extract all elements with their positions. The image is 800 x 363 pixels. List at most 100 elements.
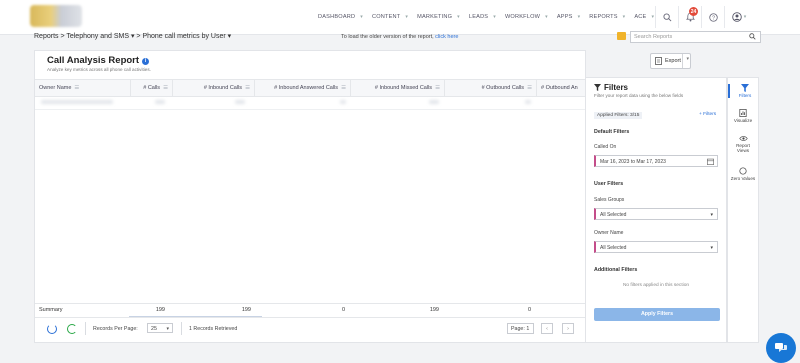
nav-apps[interactable]: APPS ▾ — [557, 14, 580, 20]
divider — [181, 322, 182, 335]
nav-workflow[interactable]: WORKFLOW ▾ — [505, 14, 548, 20]
nav-dashboard[interactable]: DASHBOARD ▾ — [318, 14, 363, 20]
refresh-icon[interactable] — [47, 324, 57, 334]
page-number-input[interactable]: Page: 1 — [507, 323, 534, 334]
chevron-down-icon: ▾ — [651, 14, 655, 20]
help-icon: ? — [708, 12, 718, 22]
chevron-down-icon: ▾ — [166, 326, 169, 332]
nav-reports-label: REPORTS — [589, 14, 618, 20]
rail-report-views[interactable]: Report Views — [728, 135, 758, 153]
summary-inbound-missed: 199 — [429, 307, 439, 313]
column-inbound-calls[interactable]: # Inbound Calls ☰ — [173, 80, 255, 96]
called-on-date-range[interactable]: Mar 16, 2023 to Mar 17, 2023 — [594, 155, 718, 167]
chevron-right-icon: › — [567, 326, 569, 332]
nav-marketing-label: MARKETING — [417, 14, 453, 20]
report-title: Call Analysis Report i — [47, 55, 150, 66]
column-inbound-answered[interactable]: # Inbound Answered Calls ☰ — [255, 80, 351, 96]
search-icon[interactable] — [749, 33, 756, 40]
help-button[interactable]: ? — [701, 6, 724, 28]
search-reports-input[interactable]: Search Reports — [630, 31, 761, 43]
notifications-button[interactable]: 24 — [678, 6, 701, 28]
nav-reports[interactable]: REPORTS ▾ — [589, 14, 625, 20]
breadcrumb[interactable]: Reports > Telephony and SMS ▾ > Phone ca… — [34, 32, 231, 40]
chevron-down-icon: ▾ — [493, 14, 496, 20]
old-version-link[interactable]: click here — [435, 34, 458, 40]
column-owner-name[interactable]: Owner Name ☰ — [35, 80, 131, 96]
summary-calls: 199 — [155, 307, 165, 313]
column-inbound-missed[interactable]: # Inbound Missed Calls ☰ — [351, 80, 445, 96]
add-filter-button[interactable]: + Filters — [699, 112, 716, 117]
filters-title: Filters — [594, 83, 628, 92]
nav-ace-label: ACE — [634, 14, 647, 20]
nav-leads-label: LEADS — [468, 14, 489, 20]
no-filters-message: No filters applied in this section — [622, 283, 690, 288]
nav-content[interactable]: CONTENT ▾ — [372, 14, 408, 20]
summary-label: Summary — [39, 307, 63, 313]
table-row[interactable] — [35, 96, 585, 110]
owner-name-value: All Selected — [600, 245, 627, 251]
old-version-text: To load the older version of the report, — [341, 34, 434, 40]
eye-icon — [738, 136, 748, 141]
apply-filters-button[interactable]: Apply Filters — [594, 308, 720, 321]
per-page-label: Records Per Page: — [93, 326, 138, 332]
divider — [85, 322, 86, 335]
sort-icon: ☰ — [74, 85, 80, 91]
nav-marketing[interactable]: MARKETING ▾ — [417, 14, 460, 20]
column-calls[interactable]: # Calls ☰ — [131, 80, 173, 96]
chevron-down-icon: ▾ — [710, 245, 713, 251]
chat-icon — [775, 343, 787, 352]
page-value: 1 — [526, 326, 530, 332]
chevron-left-icon: ‹ — [546, 326, 548, 332]
report-panel: Call Analysis Report i Analyze key metric… — [34, 50, 586, 343]
filters-title-text: Filters — [604, 83, 629, 92]
reload-icon[interactable] — [67, 324, 77, 334]
user-menu-button[interactable]: ▾ — [724, 6, 753, 28]
summary-inbound-answered: 0 — [341, 307, 345, 313]
rail-visualize[interactable]: Visualize — [728, 109, 758, 123]
global-search-button[interactable] — [655, 6, 678, 28]
nav-workflow-label: WORKFLOW — [504, 14, 541, 20]
column-label: # Outbound An — [541, 85, 578, 91]
previous-page-button[interactable]: ‹ — [541, 323, 553, 334]
nav-leads[interactable]: LEADS ▾ — [469, 14, 496, 20]
rail-filters[interactable]: Filters — [728, 84, 760, 98]
nav-apps-label: APPS — [556, 14, 573, 20]
summary-inbound-calls: 199 — [241, 307, 251, 313]
default-filters-heading: Default Filters — [594, 129, 630, 135]
additional-filters-heading: Additional Filters — [594, 267, 638, 273]
sort-icon: ☰ — [435, 85, 440, 91]
column-label: # Inbound Missed Calls — [374, 85, 433, 91]
column-outbound-calls[interactable]: # Outbound Calls ☰ — [445, 80, 537, 96]
filter-icon — [594, 84, 601, 91]
report-subtitle: Analyze key metrics across all phone cal… — [47, 67, 151, 72]
rail-report-views-label: Report Views — [736, 143, 750, 153]
chevron-down-icon[interactable]: ▾ — [686, 56, 689, 62]
brand-logo[interactable] — [30, 5, 82, 27]
rail-zero-values[interactable]: Zero Values — [728, 167, 758, 181]
calendar-icon — [707, 158, 714, 165]
owner-name-label: Owner Name — [594, 230, 624, 236]
column-label: # Outbound Calls — [481, 85, 525, 91]
export-button[interactable]: Export ▾ — [650, 53, 691, 69]
info-icon[interactable]: i — [142, 58, 150, 65]
nav-ace[interactable]: ACE ▾ — [634, 14, 654, 20]
sort-icon: ☰ — [527, 85, 532, 91]
user-filters-heading: User Filters — [594, 181, 624, 187]
blurred-value — [235, 100, 245, 104]
sales-groups-select[interactable]: All Selected ▾ — [594, 208, 718, 220]
owner-name-select[interactable]: All Selected ▾ — [594, 241, 718, 253]
sort-icon: ☰ — [163, 85, 168, 91]
next-page-button[interactable]: › — [562, 323, 574, 334]
avatar-icon — [731, 12, 742, 22]
column-label: # Inbound Calls — [203, 85, 243, 91]
column-outbound-answered[interactable]: # Outbound An — [537, 80, 585, 96]
records-retrieved: 1 Records Retrieved — [189, 326, 238, 332]
summary-outbound-calls: 0 — [527, 307, 531, 313]
folder-icon[interactable] — [617, 32, 626, 40]
blurred-value — [155, 100, 165, 104]
per-page-select[interactable]: 25 ▾ — [147, 323, 173, 333]
blurred-value — [525, 100, 531, 104]
nav-content-label: CONTENT — [371, 14, 401, 20]
summary-row: Summary 199 199 0 199 0 — [35, 303, 585, 318]
export-label: Export — [665, 58, 681, 64]
